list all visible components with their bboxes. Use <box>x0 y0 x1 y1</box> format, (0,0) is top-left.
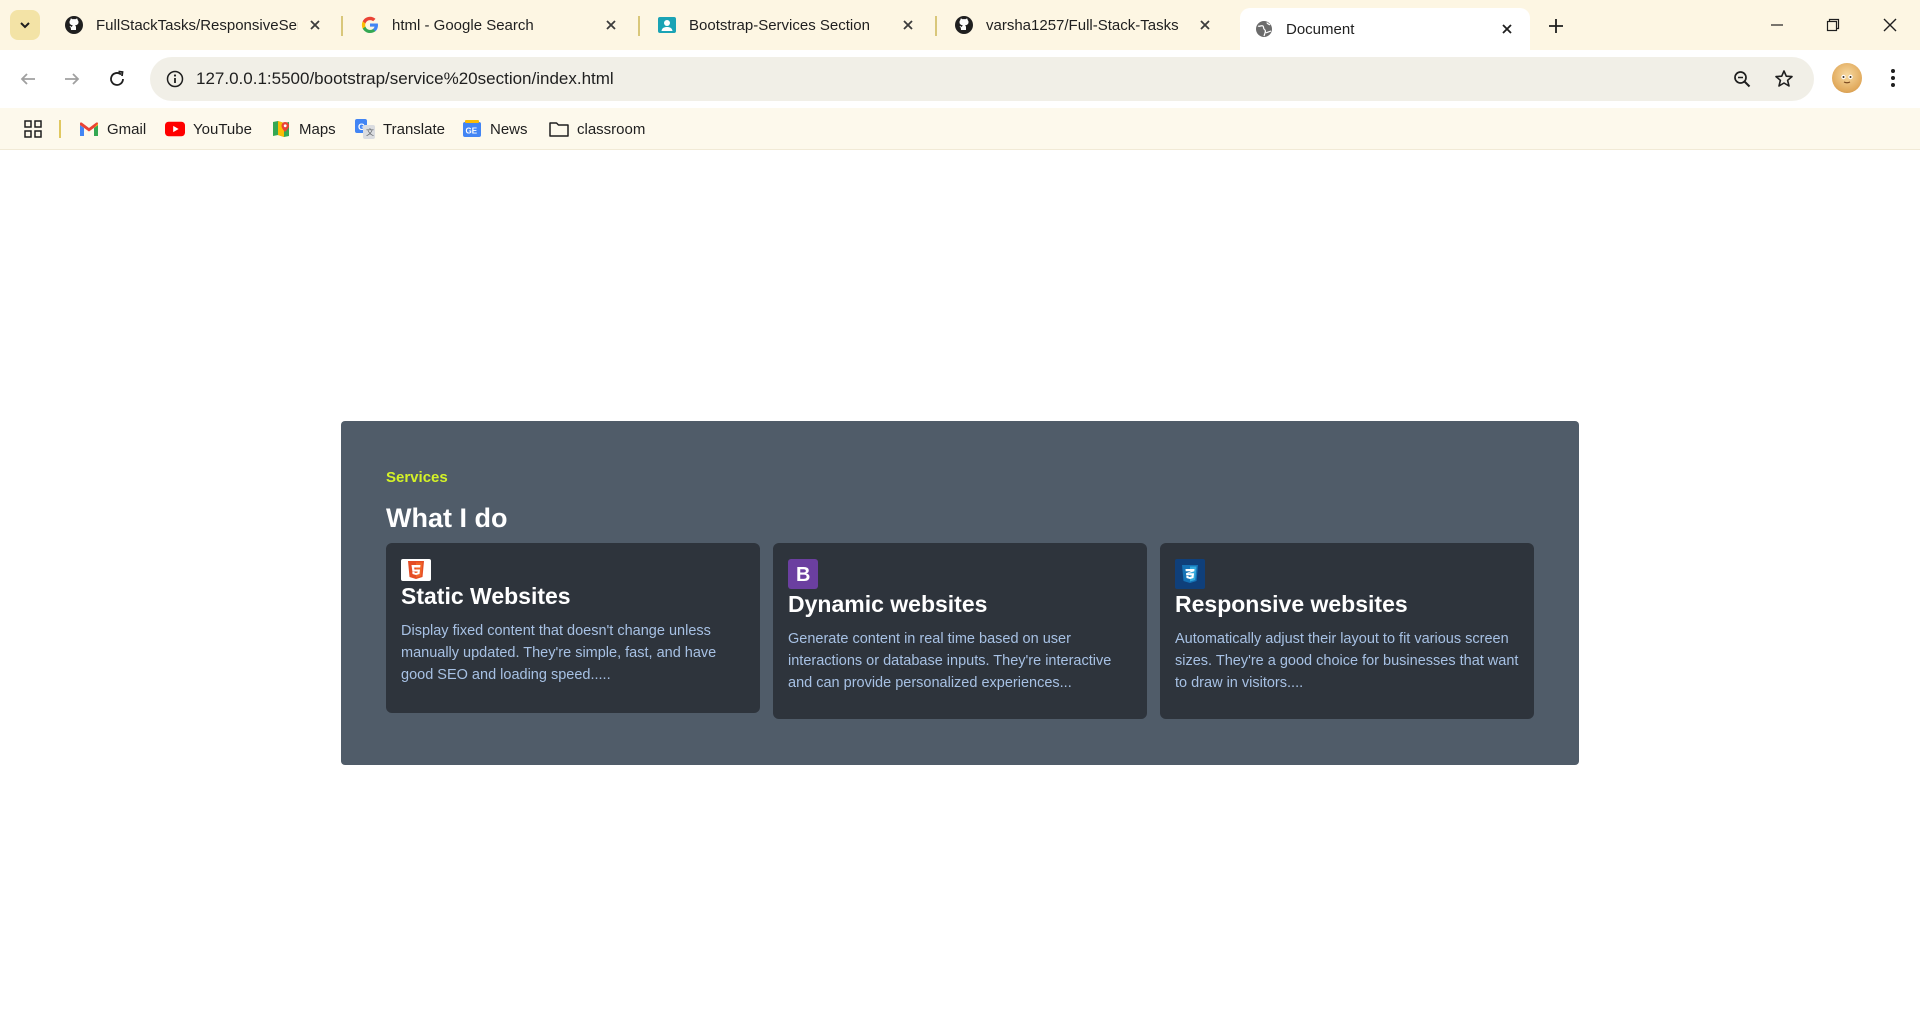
bookmark-label: classroom <box>577 120 646 138</box>
card-title: Dynamic websites <box>788 591 988 617</box>
restore-icon <box>1826 18 1840 32</box>
globe-icon <box>1254 19 1274 39</box>
google-icon <box>360 15 380 35</box>
tab-search-button[interactable] <box>10 10 40 40</box>
maps-icon <box>271 120 291 138</box>
forward-arrow-icon <box>65 73 80 85</box>
close-icon[interactable] <box>899 16 917 34</box>
service-card-dynamic: B Dynamic websites Generate content in r… <box>773 543 1147 719</box>
bookmark-translate[interactable]: G文 Translate <box>355 116 445 142</box>
back-arrow-icon <box>20 73 35 85</box>
new-tab-button[interactable] <box>1542 12 1570 40</box>
svg-text:GE: GE <box>466 127 478 136</box>
card-description: Generate content in real time based on u… <box>788 631 1112 691</box>
tab-title: Document <box>1286 20 1355 38</box>
youtube-icon <box>165 120 185 138</box>
tab-separator <box>935 16 937 36</box>
tab-title: Bootstrap-Services Section <box>689 16 870 34</box>
zoom-icon[interactable] <box>1730 67 1754 91</box>
bookmark-youtube[interactable]: YouTube <box>165 116 252 142</box>
apps-grid-icon <box>24 120 42 138</box>
card-title: Static Websites <box>401 583 571 609</box>
tab-title: varsha1257/Full-Stack-Tasks <box>986 16 1179 34</box>
kebab-menu-icon <box>1891 69 1895 87</box>
bookmarks-separator <box>59 120 61 138</box>
bookmark-folder-classroom[interactable]: classroom <box>549 116 645 142</box>
svg-text:B: B <box>796 564 810 585</box>
tab-strip: FullStackTasks/ResponsiveServic html - G… <box>0 0 1920 50</box>
close-window-button[interactable] <box>1875 10 1905 40</box>
css3-icon <box>1175 559 1205 589</box>
service-card-responsive: Responsive websites Automatically adjust… <box>1160 543 1534 719</box>
bookmark-label: Maps <box>299 120 336 138</box>
tab-google-search[interactable]: html - Google Search <box>346 6 634 44</box>
reload-button[interactable] <box>100 62 134 96</box>
news-icon: GE <box>462 120 482 138</box>
card-title: Responsive websites <box>1175 591 1408 617</box>
folder-icon <box>549 120 569 138</box>
close-icon[interactable] <box>306 16 324 34</box>
url-text[interactable]: 127.0.0.1:5500/bootstrap/service%20secti… <box>196 69 614 89</box>
close-icon[interactable] <box>1196 16 1214 34</box>
section-heading: What I do <box>386 503 508 533</box>
html5-icon <box>401 559 431 581</box>
section-eyebrow: Services <box>386 469 448 486</box>
minimize-icon <box>1771 24 1783 26</box>
bookmark-label: Translate <box>383 120 445 138</box>
github-icon <box>954 15 974 35</box>
chevron-down-icon <box>20 22 30 29</box>
profile-avatar[interactable] <box>1832 63 1862 93</box>
tab-separator <box>638 16 640 36</box>
translate-icon: G文 <box>355 119 375 139</box>
tab-document[interactable]: Document <box>1240 8 1530 50</box>
bookmark-news[interactable]: GE News <box>462 116 528 142</box>
services-section: Services What I do Static Websites Displ… <box>341 421 1579 765</box>
bookmark-star-icon[interactable] <box>1772 67 1796 91</box>
forward-button[interactable] <box>55 62 89 96</box>
card-description: Automatically adjust their layout to fit… <box>1175 631 1519 691</box>
person-card-icon <box>657 15 677 35</box>
plus-icon <box>1549 19 1563 33</box>
close-icon <box>1883 18 1897 32</box>
tab-title: FullStackTasks/ResponsiveServic <box>96 16 298 34</box>
github-icon <box>64 15 84 35</box>
svg-text:文: 文 <box>366 127 374 137</box>
reload-icon <box>110 70 124 86</box>
site-info-icon[interactable] <box>164 68 186 90</box>
restore-button[interactable] <box>1818 10 1848 40</box>
browser-menu-button[interactable] <box>1878 63 1908 93</box>
bookmark-gmail[interactable]: Gmail <box>79 116 146 142</box>
browser-toolbar: 127.0.0.1:5500/bootstrap/service%20secti… <box>0 50 1920 108</box>
smiley-avatar-icon <box>1841 74 1853 84</box>
service-card-static: Static Websites Display fixed content th… <box>386 543 760 713</box>
close-icon[interactable] <box>602 16 620 34</box>
bookmark-maps[interactable]: Maps <box>271 116 336 142</box>
back-button[interactable] <box>11 62 45 96</box>
tab-bootstrap-services[interactable]: Bootstrap-Services Section <box>643 6 931 44</box>
bookmark-label: News <box>490 120 528 138</box>
tab-fullstacktasks[interactable]: FullStackTasks/ResponsiveServic <box>50 6 338 44</box>
bootstrap-icon: B <box>788 559 818 589</box>
gmail-icon <box>79 120 99 138</box>
bookmark-label: Gmail <box>107 120 147 138</box>
bookmarks-bar: Gmail YouTube Maps G文 Translate GE News … <box>0 108 1920 150</box>
apps-button[interactable] <box>20 116 46 142</box>
tab-varsha-fullstack[interactable]: varsha1257/Full-Stack-Tasks <box>940 6 1228 44</box>
card-description: Display fixed content that doesn't chang… <box>401 623 717 683</box>
tab-title: html - Google Search <box>392 16 534 34</box>
close-icon[interactable] <box>1498 20 1516 38</box>
minimize-button[interactable] <box>1762 10 1792 40</box>
address-bar[interactable]: 127.0.0.1:5500/bootstrap/service%20secti… <box>150 57 1814 101</box>
tab-separator <box>341 16 343 36</box>
bookmark-label: YouTube <box>193 120 252 138</box>
